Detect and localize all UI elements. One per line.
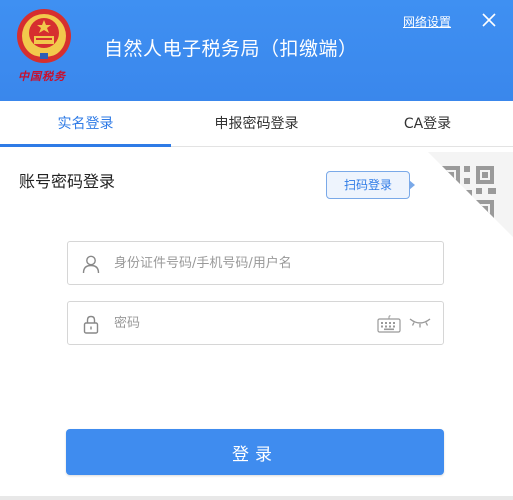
login-tabs: 实名登录 申报密码登录 CA登录 <box>0 101 513 147</box>
password-field <box>67 301 444 345</box>
eye-closed-icon[interactable] <box>408 316 432 330</box>
lock-icon <box>83 315 99 334</box>
tab-ca-login[interactable]: CA登录 <box>342 101 513 146</box>
tax-emblem-icon <box>17 9 71 63</box>
bottom-border <box>0 496 513 500</box>
scan-login-button[interactable]: 扫码登录 <box>326 171 415 199</box>
username-input[interactable] <box>114 242 374 284</box>
qr-code-icon[interactable] <box>428 152 513 237</box>
password-input[interactable] <box>114 302 374 344</box>
tab-real-name-login[interactable]: 实名登录 <box>0 101 171 147</box>
username-field <box>67 241 444 285</box>
app-header: 中国税务 自然人电子税务局（扣缴端） 网络设置 <box>0 0 513 101</box>
keyboard-icon[interactable] <box>377 315 401 333</box>
app-title: 自然人电子税务局（扣缴端） <box>104 38 358 60</box>
logo-text: 中国税务 <box>18 70 66 83</box>
login-button[interactable]: 登录 <box>66 429 444 475</box>
network-settings-link[interactable]: 网络设置 <box>403 13 451 30</box>
tab-declaration-password-login[interactable]: 申报密码登录 <box>171 101 342 146</box>
section-title: 账号密码登录 <box>19 172 116 191</box>
user-icon <box>82 255 100 274</box>
close-icon[interactable] <box>481 12 497 28</box>
